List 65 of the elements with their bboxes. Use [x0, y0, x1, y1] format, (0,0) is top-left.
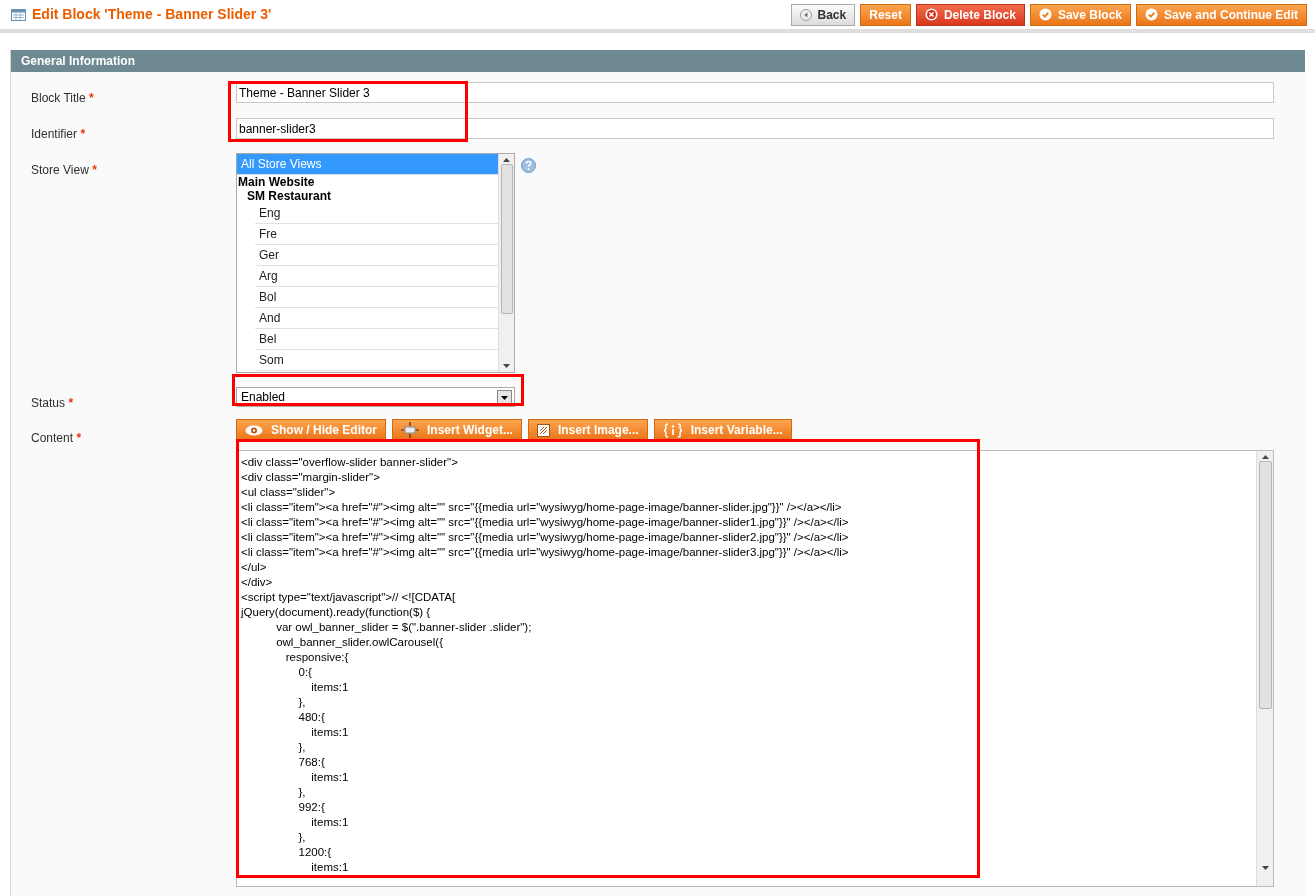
delete-button[interactable]: Delete Block — [915, 3, 1025, 26]
code-line: }, — [297, 785, 306, 800]
scroll-up-icon[interactable] — [503, 158, 510, 162]
code-line: <div class="overflow-slider banner-slider"> — [241, 455, 458, 470]
widget-icon — [401, 422, 419, 438]
section-header: General Information — [11, 50, 1305, 72]
checkmark-icon — [1038, 8, 1052, 21]
code-line: items:1 — [310, 680, 349, 695]
list-option[interactable]: Som — [255, 350, 498, 371]
code-line: 768:{ — [297, 755, 325, 770]
scroll-up-icon[interactable] — [1261, 455, 1269, 459]
list-option[interactable]: Bel — [255, 329, 498, 350]
field-label: Status * — [31, 396, 74, 410]
option-group-label: Main Website — [237, 175, 316, 189]
field-label: Block Title * — [31, 91, 94, 105]
code-line: <li class="item"><a href="#"><img alt="" src="{{media url="wysiwyg/home-page-image/banner-slider1.jpg"}}" /></a></li> — [241, 515, 849, 530]
list-option[interactable]: Fre — [255, 224, 498, 245]
scroll-down-icon[interactable] — [503, 364, 510, 368]
multi-select-list[interactable]: All Store Views Main Website SM Restaurant Eng Fre Ger Arg Bol And Bel Som — [236, 153, 515, 373]
code-line: <li class="item"><a href="#"><img alt="" src="{{media url="wysiwyg/home-page-image/banner-slider3.jpg"}}" /></a></li> — [241, 545, 849, 560]
code-line: responsive:{ — [284, 650, 349, 665]
code-line: var owl_banner_slider = $(".banner-slider .slider"); — [275, 620, 532, 635]
scrollbar[interactable] — [1256, 451, 1273, 886]
code-line: <ul class="slider"> — [241, 485, 336, 500]
code-line: <li class="item"><a href="#"><img alt="" src="{{media url="wysiwyg/home-page-image/banner-slider.jpg"}}" /></a></li> — [241, 500, 842, 515]
list-option[interactable]: And — [255, 308, 498, 329]
code-line: </ul> — [241, 560, 267, 575]
field-label: Store View * — [31, 163, 97, 177]
option-group-label: SM Restaurant — [246, 189, 333, 203]
text-field[interactable]: Theme - Banner Slider 3 — [236, 82, 1274, 103]
code-line: jQuery(document).ready(function($) { — [241, 605, 431, 620]
code-line: <div class="margin-slider"> — [241, 470, 380, 485]
code-line: items:1 — [310, 725, 349, 740]
code-line: owl_banner_slider.owlCarousel({ — [275, 635, 443, 650]
grid-icon — [11, 8, 26, 21]
code-line: 992:{ — [297, 800, 325, 815]
code-line: items:1 — [310, 770, 349, 785]
code-textarea[interactable] — [236, 450, 1274, 887]
code-line: }, — [297, 740, 306, 755]
list-option[interactable]: Eng — [255, 203, 498, 224]
scroll-down-icon[interactable] — [1261, 866, 1269, 870]
code-line: 480:{ — [297, 710, 325, 725]
code-line: }, — [297, 695, 306, 710]
scrollbar[interactable] — [498, 154, 514, 372]
code-line: }, — [297, 830, 306, 845]
picture-icon — [536, 423, 550, 437]
list-option[interactable]: Bol — [255, 287, 498, 308]
code-line: <script type="text/javascript">// <![CDATA[ — [241, 590, 456, 605]
code-line: </div> — [241, 575, 273, 590]
code-line: 1200:{ — [297, 845, 332, 860]
list-option[interactable]: Ger — [255, 245, 498, 266]
field-label: Identifier * — [31, 127, 86, 141]
text-field[interactable]: banner-slider3 — [236, 118, 1274, 139]
code-line: 0:{ — [297, 665, 312, 680]
code-line: <li class="item"><a href="#"><img alt="" src="{{media url="wysiwyg/home-page-image/banner-slider2.jpg"}}" /></a></li> — [241, 530, 849, 545]
field-label: Content * — [31, 431, 82, 445]
close-icon — [924, 8, 938, 21]
checkmark-icon — [1145, 8, 1158, 21]
braces-icon — [662, 422, 683, 438]
code-line: items:1 — [310, 860, 349, 875]
back-button[interactable]: Back — [790, 3, 856, 26]
page-title: Edit Block 'Theme - Banner Slider 3' — [32, 5, 272, 24]
eye-icon — [245, 424, 263, 436]
code-line: items:1 — [310, 815, 349, 830]
list-option[interactable]: Arg — [255, 266, 498, 287]
